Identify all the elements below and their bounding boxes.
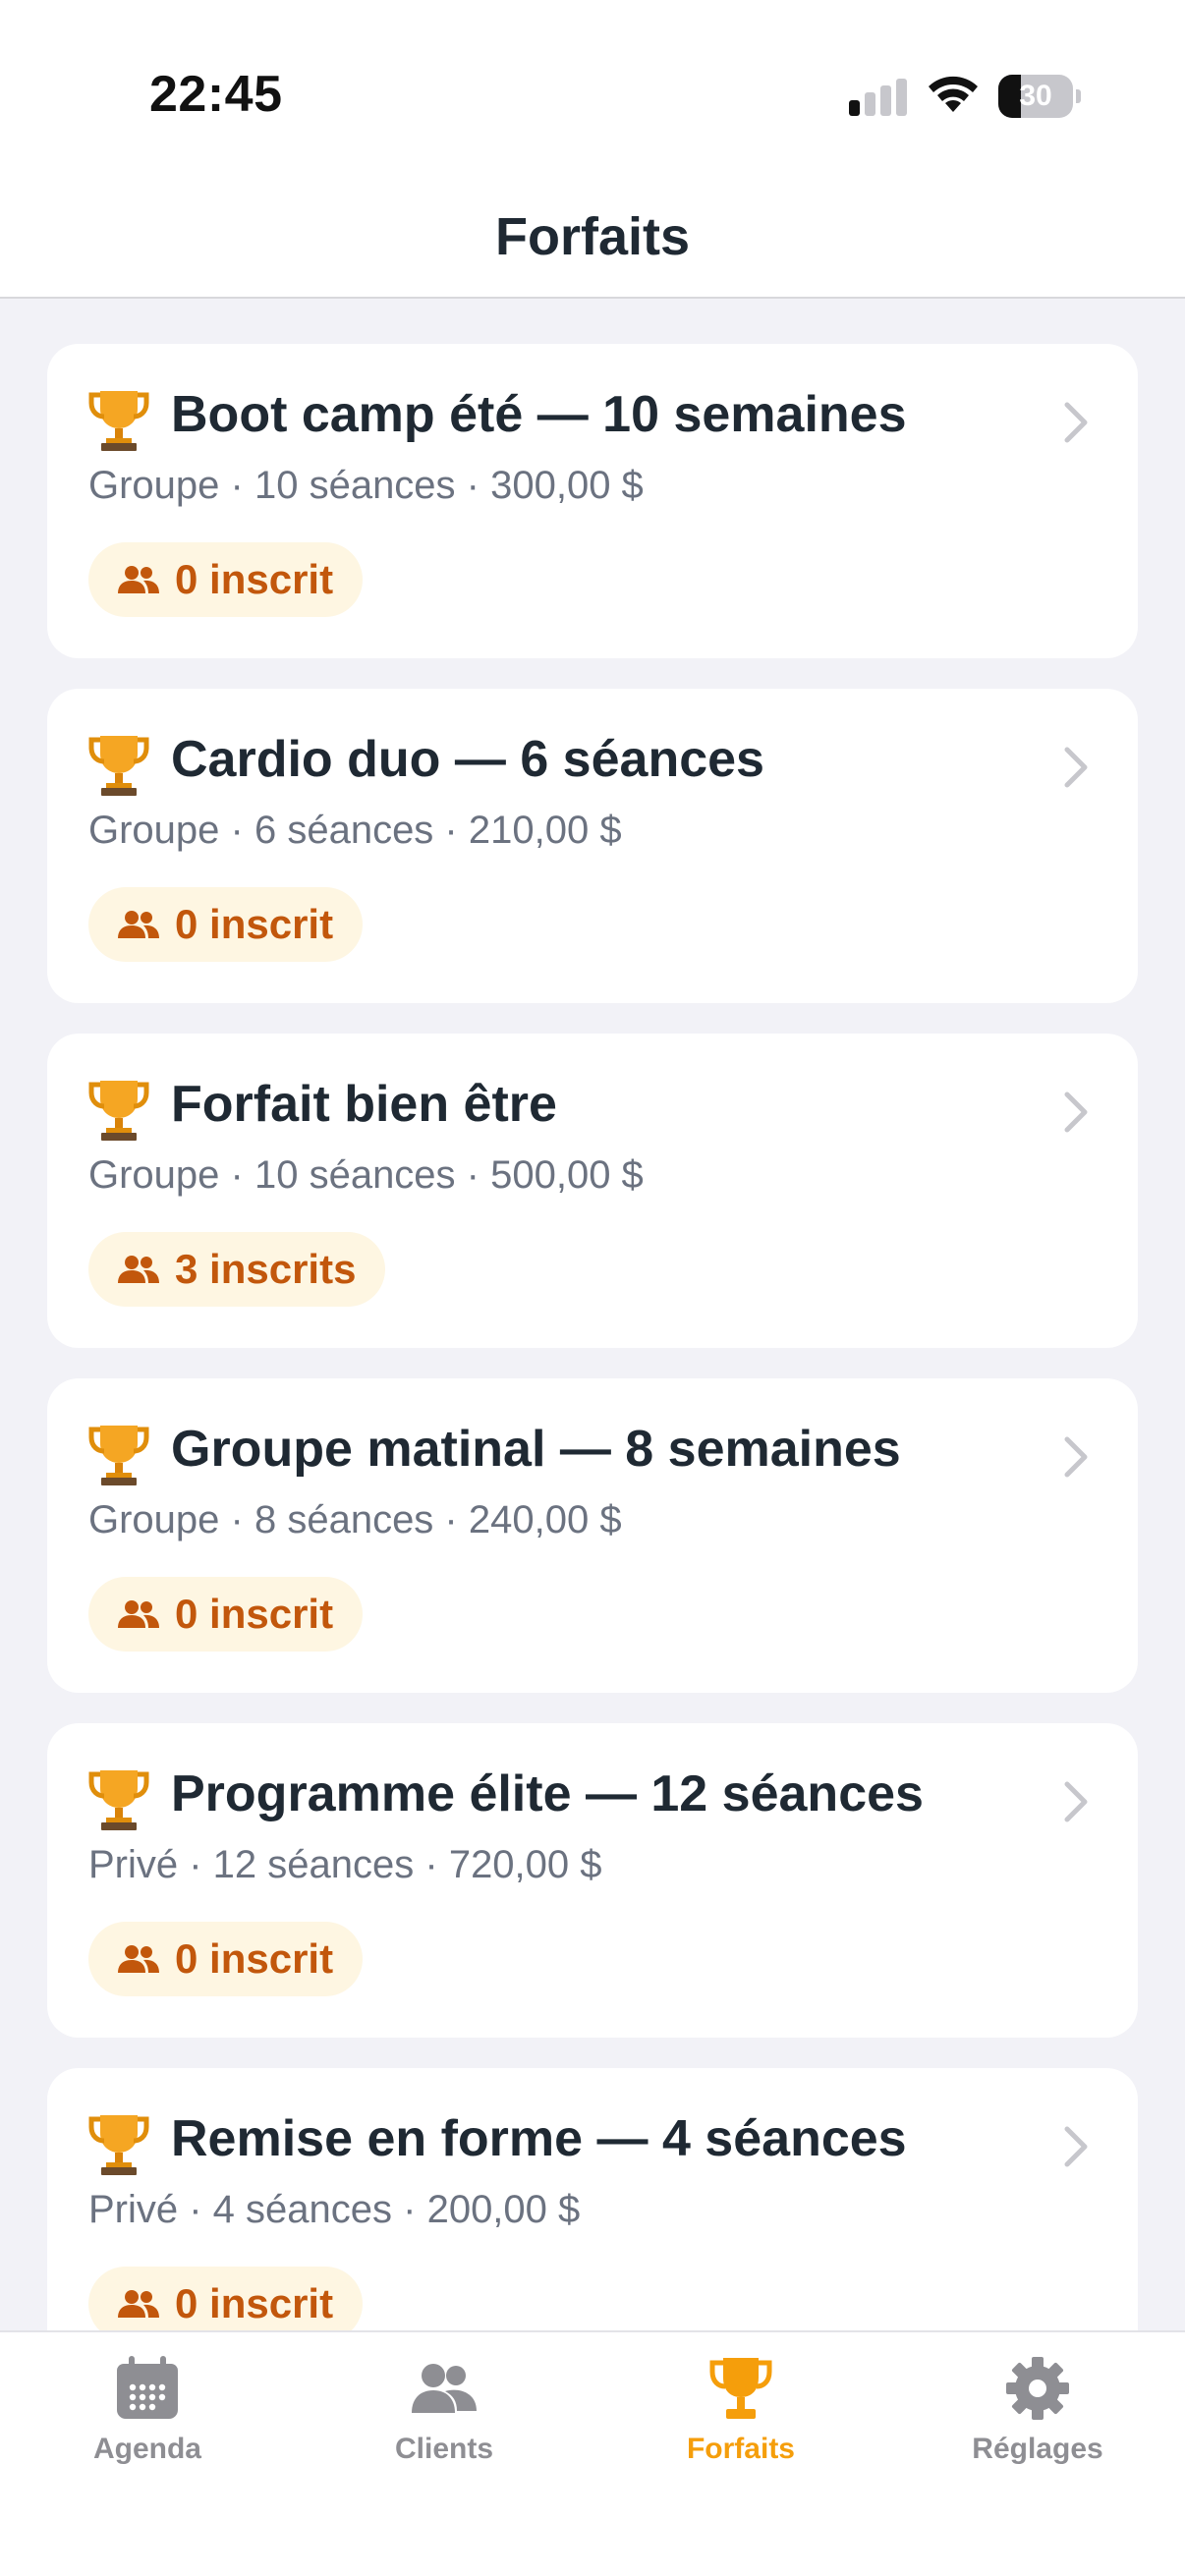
battery-level: 30 [1019,80,1052,112]
enrolled-count: 0 inscrit [175,556,334,602]
people-icon [118,566,159,593]
enrolled-badge: 0 inscrit [88,887,364,962]
package-title: Forfait bien être [171,1076,557,1133]
package-details: Privé · 12 séances · 720,00 $ [88,1843,602,1886]
people-icon [118,2290,159,2318]
tab-label: Agenda [92,2433,201,2465]
trophy-icon [88,1426,149,1485]
tab-clients[interactable]: Clients [297,2354,592,2501]
trophy-icon [709,2358,772,2419]
package-card[interactable]: Remise en forme — 4 séances Privé · 4 sé… [47,2068,1138,2330]
gear-icon [1006,2357,1069,2420]
package-card[interactable]: Boot camp été — 10 semaines Groupe · 10 … [47,344,1138,658]
enrolled-badge: 0 inscrit [88,1577,364,1652]
enrolled-badge: 0 inscrit [88,542,364,617]
package-list[interactable]: Boot camp été — 10 semaines Groupe · 10 … [47,344,1138,2330]
trophy-icon [88,1081,149,1141]
enrolled-count: 0 inscrit [175,2280,334,2326]
enrolled-count: 0 inscrit [175,1935,334,1982]
package-title: Cardio duo — 6 séances [171,731,764,788]
package-title: Boot camp été — 10 semaines [171,386,907,443]
chevron-right-icon [1064,1092,1088,1133]
package-title: Groupe matinal — 8 semaines [171,1421,901,1478]
chevron-right-icon [1064,747,1088,788]
tab-label: Réglages [972,2433,1103,2465]
battery-icon: 30 [998,75,1081,118]
people-icon [118,1600,159,1628]
package-details: Groupe · 10 séances · 500,00 $ [88,1153,644,1197]
tab-bar: Agenda Clients Forfaits Réglages [0,2330,1185,2576]
package-details: Groupe · 8 séances · 240,00 $ [88,1498,622,1541]
navigation-bar: Forfaits [0,177,1185,299]
tab-label: Clients [394,2433,494,2465]
package-title: Remise en forme — 4 séances [171,2110,907,2167]
enrolled-badge: 0 inscrit [88,1922,364,1996]
trophy-icon [88,736,149,796]
people-icon [118,1945,159,1973]
status-bar: 22:45 30 [0,0,1185,177]
enrolled-count: 0 inscrit [175,1591,334,1637]
chevron-right-icon [1064,1781,1088,1822]
package-details: Groupe · 6 séances · 210,00 $ [88,809,622,852]
package-card[interactable]: Programme élite — 12 séances Privé · 12 … [47,1723,1138,2038]
package-card[interactable]: Cardio duo — 6 séances Groupe · 6 séance… [47,689,1138,1003]
calendar-icon [117,2356,178,2419]
cellular-signal-icon [849,79,908,116]
trophy-icon [88,391,149,451]
people-icon [118,1256,159,1283]
tab-reglages[interactable]: Réglages [890,2354,1185,2501]
chevron-right-icon [1064,402,1088,443]
enrolled-badge: 0 inscrit [88,2267,364,2330]
trophy-icon [88,1770,149,1830]
tab-label: Forfaits [686,2433,795,2465]
enrolled-badge: 3 inscrits [88,1232,386,1307]
chevron-right-icon [1064,2126,1088,2167]
package-details: Groupe · 10 séances · 300,00 $ [88,464,644,507]
tab-agenda[interactable]: Agenda [0,2354,295,2501]
people-icon [118,911,159,938]
package-details: Privé · 4 séances · 200,00 $ [88,2188,581,2231]
people-icon [412,2364,477,2413]
tab-forfaits[interactable]: Forfaits [593,2354,888,2501]
status-time: 22:45 [149,66,283,123]
wifi-icon [929,76,978,112]
package-card[interactable]: Groupe matinal — 8 semaines Groupe · 8 s… [47,1378,1138,1693]
page-title: Forfaits [494,207,691,266]
trophy-icon [88,2115,149,2175]
screen: 22:45 30 Forfaits Boot camp été — 10 sem… [0,0,1185,2576]
package-title: Programme élite — 12 séances [171,1765,924,1822]
enrolled-count: 3 inscrits [175,1246,357,1292]
package-card[interactable]: Forfait bien être Groupe · 10 séances · … [47,1034,1138,1348]
enrolled-count: 0 inscrit [175,901,334,947]
chevron-right-icon [1064,1436,1088,1478]
